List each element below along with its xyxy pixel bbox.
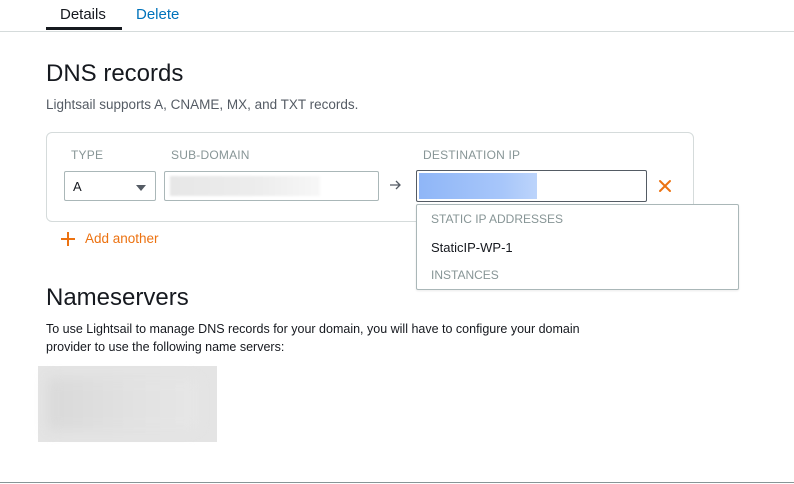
subdomain-input[interactable] [164,171,379,201]
destination-column-label: DESTINATION IP [423,148,521,162]
bottom-divider [0,482,794,483]
dns-records-subtitle: Lightsail supports A, CNAME, MX, and TXT… [46,97,359,112]
dns-records-title: DNS records [46,60,184,87]
dropdown-group-static-ip: STATIC IP ADDRESSES [431,212,564,226]
dropdown-option-static-ip[interactable]: StaticIP-WP-1 [431,240,513,255]
tab-details[interactable]: Details [60,6,106,23]
destination-ip-dropdown: STATIC IP ADDRESSES StaticIP-WP-1 INSTAN… [416,204,739,290]
nameservers-description: To use Lightsail to manage DNS records f… [46,322,580,354]
type-column-label: TYPE [71,148,104,162]
dropdown-group-instances: INSTANCES [431,268,499,282]
arrow-right-icon [390,180,401,190]
plus-icon [61,232,75,246]
record-type-select[interactable]: A [64,171,156,201]
close-icon[interactable] [658,179,672,193]
nameservers-title: Nameservers [46,284,189,311]
tab-delete[interactable]: Delete [136,6,179,23]
active-tab-indicator [46,27,122,30]
subdomain-column-label: SUB-DOMAIN [171,148,250,162]
redacted-destination-ip [419,173,537,199]
redacted-nameservers-blur [48,378,198,430]
redacted-nameservers [38,366,217,442]
tab-bar: Details Delete [0,0,794,32]
redacted-subdomain [170,176,320,196]
destination-ip-input[interactable] [416,170,647,202]
chevron-down-icon [136,185,146,191]
record-type-value: A [73,179,82,194]
add-another-label: Add another [85,231,159,246]
